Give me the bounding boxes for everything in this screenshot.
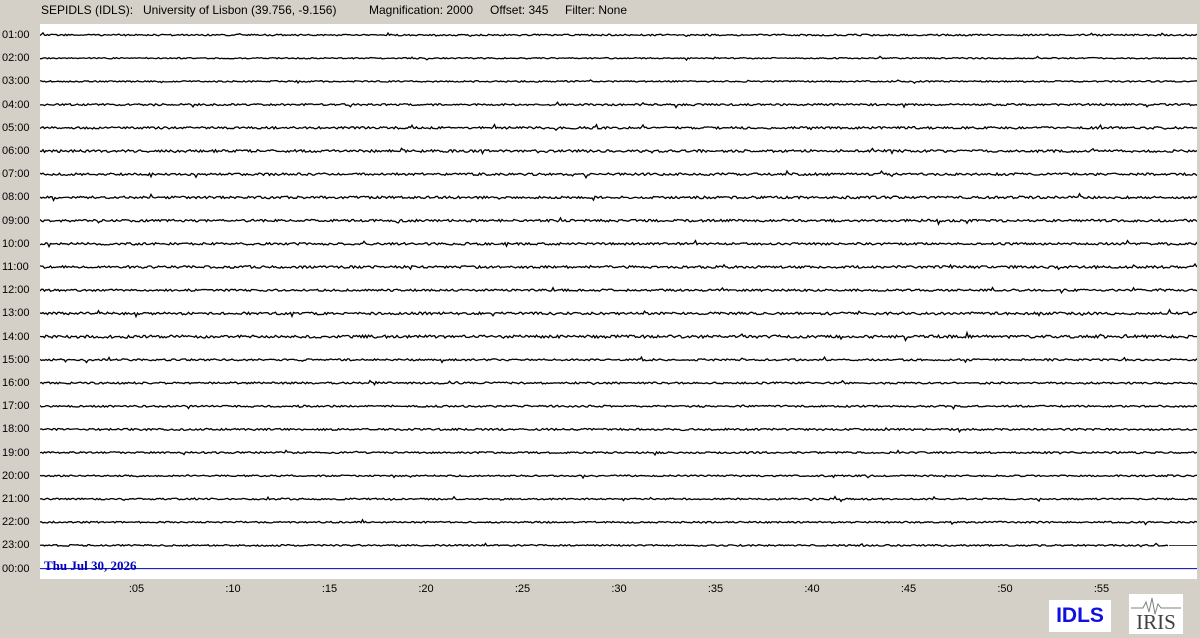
seismic-trace (40, 55, 1197, 62)
seismic-trace (40, 330, 1197, 342)
seismic-trace (40, 518, 1197, 526)
seismic-trace (40, 147, 1197, 156)
filter-readout: Filter: None (565, 3, 628, 17)
station-location: University of Lisbon (39.756, -9.156) (143, 3, 337, 17)
hour-label: 22:00 (2, 516, 30, 529)
hour-label: 20:00 (2, 469, 30, 482)
seismic-trace (40, 286, 1197, 295)
helicorder-traces (40, 31, 1197, 570)
hour-label: 08:00 (2, 191, 30, 204)
minute-tick-label: :55 (1093, 583, 1110, 595)
hour-label: 17:00 (2, 400, 30, 413)
seismic-trace (40, 101, 1197, 109)
seismic-trace (40, 427, 1197, 434)
seismic-trace (40, 404, 1197, 411)
seismic-trace (40, 542, 1169, 548)
magnification-readout: Magnification: 2000 (369, 3, 474, 17)
hour-label: 05:00 (2, 121, 30, 134)
header-bar: SEPIDLS (IDLS): University of Lisbon (39… (0, 0, 1200, 20)
minute-tick-label: :05 (128, 583, 145, 595)
hour-label: 18:00 (2, 423, 30, 436)
minute-tick-label: :10 (225, 583, 241, 595)
minute-tick-label: :15 (321, 583, 338, 595)
minute-tick-label: :50 (997, 583, 1013, 595)
seismic-trace (40, 79, 1197, 85)
hour-label: 06:00 (2, 145, 30, 157)
seismic-trace (40, 192, 1197, 202)
seismic-trace (40, 355, 1197, 364)
hour-label: 13:00 (2, 307, 30, 320)
network-logo: IDLS (1049, 600, 1111, 632)
minute-tick-label: :45 (900, 583, 917, 595)
seismic-trace (40, 449, 1197, 457)
hour-label: 15:00 (2, 353, 30, 366)
hour-label: 21:00 (2, 493, 30, 505)
hour-label: 00:00 (2, 562, 30, 575)
helicorder-plot (40, 24, 1197, 579)
hour-label: 09:00 (2, 214, 30, 227)
hour-label: 01:00 (2, 29, 30, 41)
hour-label: 12:00 (2, 284, 30, 297)
seismic-trace (40, 239, 1197, 249)
minute-tick-label: :40 (804, 583, 820, 595)
seismic-trace (40, 379, 1197, 387)
seismic-trace (40, 169, 1197, 180)
seismic-trace (40, 262, 1197, 271)
station-name: SEPIDLS (IDLS): (41, 3, 134, 17)
hour-label: 07:00 (2, 168, 30, 181)
iris-logo: IRIS (1129, 594, 1183, 634)
hour-label: 23:00 (2, 539, 30, 552)
minute-tick-label: :25 (514, 583, 531, 595)
hour-label: 03:00 (2, 75, 30, 88)
hour-label: 11:00 (2, 261, 29, 273)
hour-label: 14:00 (2, 330, 30, 343)
seismic-trace (40, 123, 1197, 132)
hour-label: 04:00 (2, 98, 30, 111)
minute-tick-label: :35 (707, 583, 724, 595)
minute-tick-label: :20 (418, 583, 434, 595)
hour-label: 19:00 (2, 446, 30, 459)
hour-label: 02:00 (2, 52, 30, 65)
seismic-trace (40, 31, 1197, 38)
date-label: Thu Jul 30, 2026 (44, 558, 137, 573)
iris-logo-text: IRIS (1136, 610, 1176, 634)
seismic-trace (40, 474, 1197, 480)
seismic-trace (40, 216, 1197, 226)
hour-label: 10:00 (2, 237, 30, 250)
seismic-trace (40, 495, 1197, 503)
offset-readout: Offset: 345 (490, 3, 549, 17)
hour-label: 16:00 (2, 377, 30, 389)
seismic-trace (40, 308, 1197, 319)
minute-tick-label: :30 (611, 583, 627, 595)
